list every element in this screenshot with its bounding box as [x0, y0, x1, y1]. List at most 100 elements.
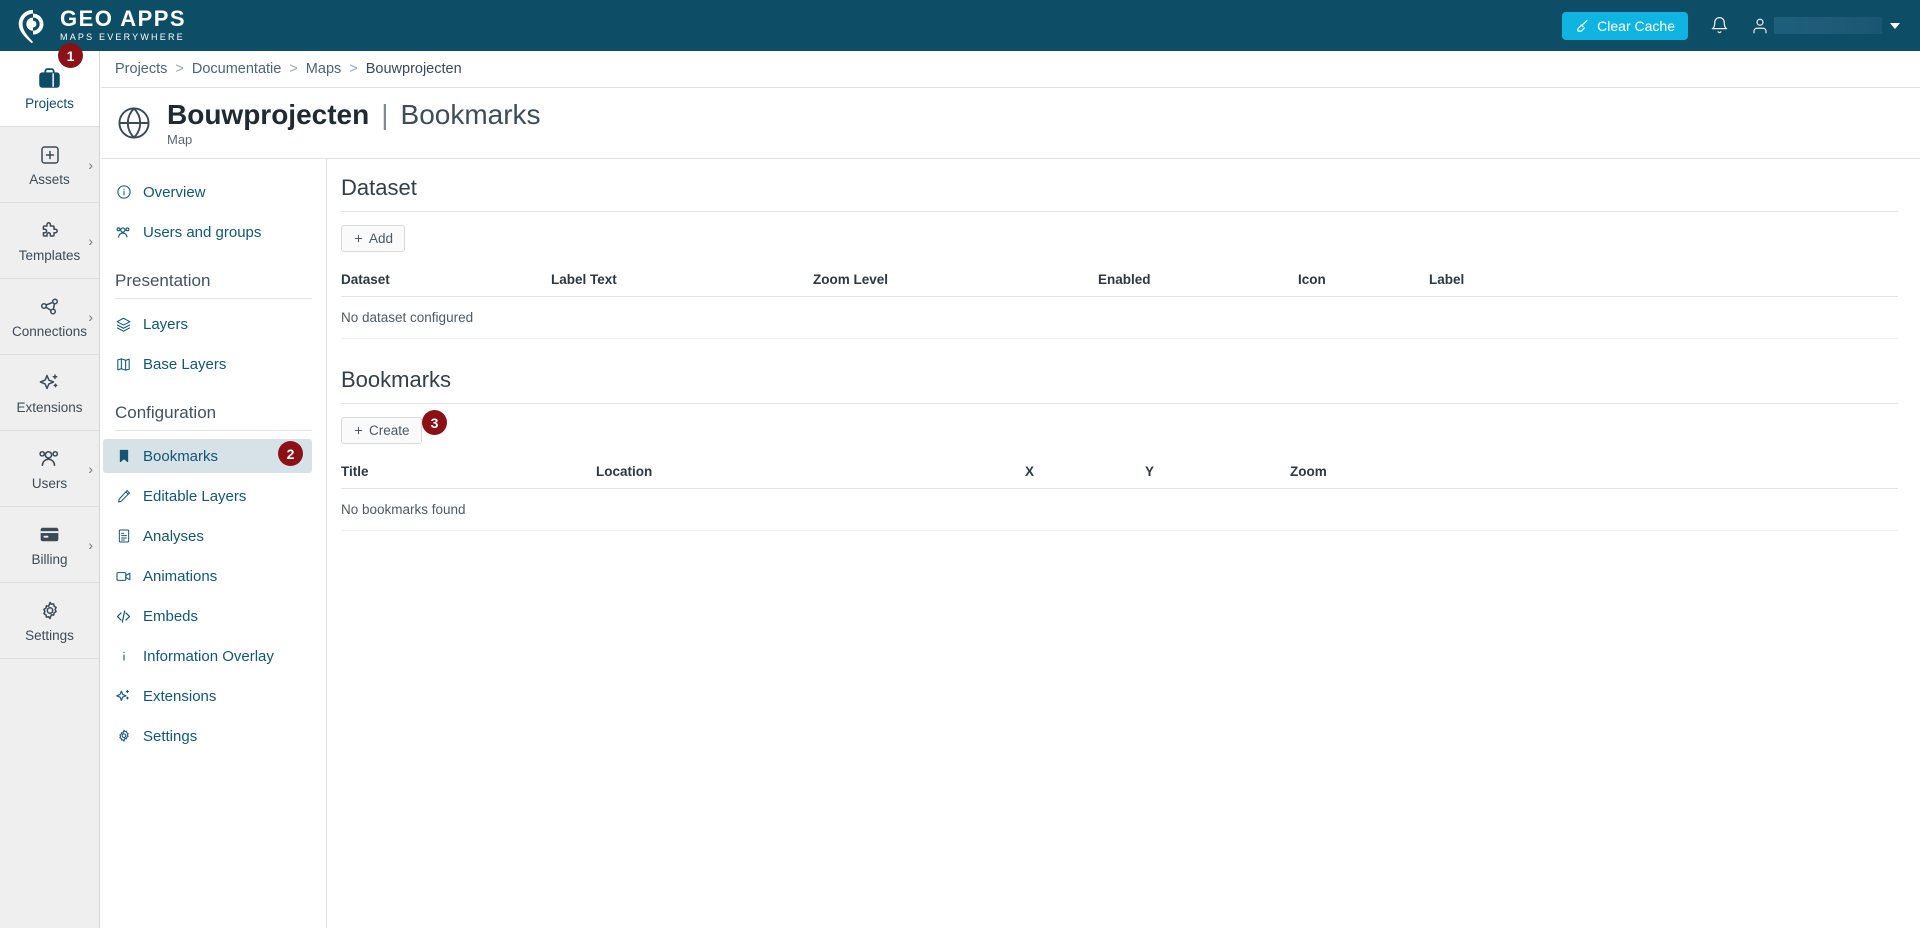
column-header-zoom-level: Zoom Level: [813, 272, 1098, 297]
users-group-icon: [115, 224, 132, 241]
subnav-item-extensions[interactable]: Extensions: [103, 679, 312, 713]
subnav-item-embeds[interactable]: Embeds: [103, 599, 312, 633]
video-icon: [115, 568, 132, 585]
user-name-label: [1774, 17, 1882, 34]
subnav-item-label: Analyses: [143, 527, 204, 545]
rail-item-label: Settings: [25, 627, 74, 643]
notifications-button[interactable]: [1710, 16, 1729, 35]
subnav-item-overview[interactable]: Overview: [103, 175, 312, 209]
dataset-table-header-row: Dataset Label Text Zoom Level Enabled Ic…: [341, 272, 1898, 297]
brand-logo-area[interactable]: GEO APPS MAPS EVERYWHERE: [14, 7, 186, 45]
column-header-dataset: Dataset: [341, 272, 551, 297]
map-fold-icon: [115, 356, 132, 373]
info-circle-icon: [115, 184, 132, 201]
column-header-enabled: Enabled: [1098, 272, 1298, 297]
create-bookmark-label: Create: [369, 423, 410, 438]
briefcase-icon: [39, 68, 60, 88]
primary-sidebar: Projects Assets › Templates › Connection…: [0, 51, 100, 928]
subnav-item-base-layers[interactable]: Base Layers: [103, 347, 312, 381]
breadcrumb-item-maps[interactable]: Maps: [306, 61, 341, 77]
layers-icon: [115, 316, 132, 333]
puzzle-icon: [42, 221, 58, 237]
users-icon: [39, 450, 59, 467]
subnav-group-presentation: Presentation: [115, 271, 312, 299]
column-header-location: Location: [596, 464, 1025, 489]
user-icon: [1753, 18, 1767, 33]
globe-icon: [118, 107, 150, 139]
rail-item-projects[interactable]: Projects: [0, 51, 99, 127]
plus-icon: [354, 426, 363, 435]
rail-item-label: Users: [31, 476, 68, 491]
bookmarks-section: Bookmarks Create Title Location X Y Zoom: [341, 367, 1898, 531]
rail-item-label: Extensions: [16, 399, 83, 415]
subnav-item-settings[interactable]: Settings: [103, 719, 312, 753]
subnav-item-animations[interactable]: Animations: [103, 559, 312, 593]
plus-square-icon: [40, 145, 59, 164]
chevron-right-icon: ›: [88, 308, 93, 325]
sparkle-icon: [39, 373, 57, 389]
dataset-table: Dataset Label Text Zoom Level Enabled Ic…: [341, 272, 1898, 339]
main-content: Dataset Add Dataset Label Text Zoom Leve…: [327, 159, 1920, 928]
subnav-item-label: Editable Layers: [143, 487, 247, 505]
column-header-label: Label: [1429, 272, 1898, 297]
subnav-item-label: Users and groups: [143, 223, 262, 241]
breadcrumb-item-projects[interactable]: Projects: [115, 61, 167, 77]
subnav-item-users-and-groups[interactable]: Users and groups: [103, 215, 312, 249]
user-menu[interactable]: [1751, 17, 1900, 35]
subnav-item-label: Embeds: [143, 607, 199, 625]
create-bookmark-button[interactable]: Create: [341, 417, 422, 444]
rail-item-extensions[interactable]: Extensions: [0, 355, 99, 431]
rail-item-connections[interactable]: Connections ›: [0, 279, 99, 355]
bookmarks-empty-row: No bookmarks found: [341, 488, 1898, 531]
bookmark-icon: [115, 448, 132, 465]
plus-icon: [354, 234, 363, 243]
subnav-item-editable-layers[interactable]: Editable Layers: [103, 479, 312, 513]
subnav-item-label: Base Layers: [143, 355, 227, 373]
subnav-item-analyses[interactable]: Analyses: [103, 519, 312, 553]
dataset-section-title: Dataset: [341, 175, 417, 200]
chevron-down-icon: [1890, 22, 1900, 29]
bookmarks-toolbar: Create: [341, 404, 1898, 444]
subnav-item-information-overlay[interactable]: Information Overlay: [103, 639, 312, 673]
map-pin-logo-icon: [18, 9, 44, 43]
step-badge-2: 2: [278, 441, 303, 466]
breadcrumb-item-documentatie[interactable]: Documentatie: [192, 61, 281, 77]
subnav-group-configuration: Configuration: [115, 403, 312, 431]
step-badge-1: 1: [58, 43, 83, 68]
top-header-bar: GEO APPS MAPS EVERYWHERE Clear Cache: [0, 0, 1920, 51]
clear-cache-button[interactable]: Clear Cache: [1562, 11, 1688, 40]
step-badge-3: 3: [422, 410, 447, 435]
rail-item-settings[interactable]: Settings: [0, 583, 99, 659]
subnav-item-label: Settings: [143, 727, 198, 745]
rail-item-templates[interactable]: Templates ›: [0, 203, 99, 279]
page-section-title: Bookmarks: [400, 99, 541, 130]
column-header-y: Y: [1145, 464, 1290, 489]
chevron-right-icon: ›: [88, 156, 93, 173]
add-dataset-button[interactable]: Add: [341, 225, 406, 252]
breadcrumb: Projects > Documentatie > Maps > Bouwpro…: [101, 51, 1920, 88]
page-title-divider: |: [381, 99, 389, 130]
dataset-empty-row: No dataset configured: [341, 296, 1898, 339]
bookmarks-table: Title Location X Y Zoom No bookmarks fou…: [341, 464, 1898, 531]
rail-item-label: Billing: [31, 552, 68, 567]
section-divider: [341, 211, 1898, 212]
subnav-item-label: Overview: [143, 183, 206, 201]
breadcrumb-item-bouwprojecten[interactable]: Bouwprojecten: [366, 61, 462, 77]
rail-item-billing[interactable]: Billing ›: [0, 507, 99, 583]
rail-item-users[interactable]: Users ›: [0, 431, 99, 507]
topbar-actions: Clear Cache: [1562, 11, 1900, 40]
sparkle-icon: [115, 688, 132, 705]
pencil-icon: [115, 488, 132, 505]
column-header-icon: Icon: [1298, 272, 1429, 297]
rail-item-assets[interactable]: Assets ›: [0, 127, 99, 203]
subnav-item-label: Extensions: [143, 687, 217, 705]
breadcrumb-separator: >: [175, 61, 184, 77]
dataset-section: Dataset Add Dataset Label Text Zoom Leve…: [341, 175, 1898, 339]
subnav-item-label: Layers: [143, 315, 189, 333]
page-subtitle: Map: [167, 132, 193, 147]
column-header-label-text: Label Text: [551, 272, 813, 297]
subnav-item-layers[interactable]: Layers: [103, 307, 312, 341]
bell-icon: [1711, 17, 1728, 34]
subnav-item-label: Bookmarks: [143, 447, 219, 465]
bookmarks-table-header-row: Title Location X Y Zoom: [341, 464, 1898, 489]
